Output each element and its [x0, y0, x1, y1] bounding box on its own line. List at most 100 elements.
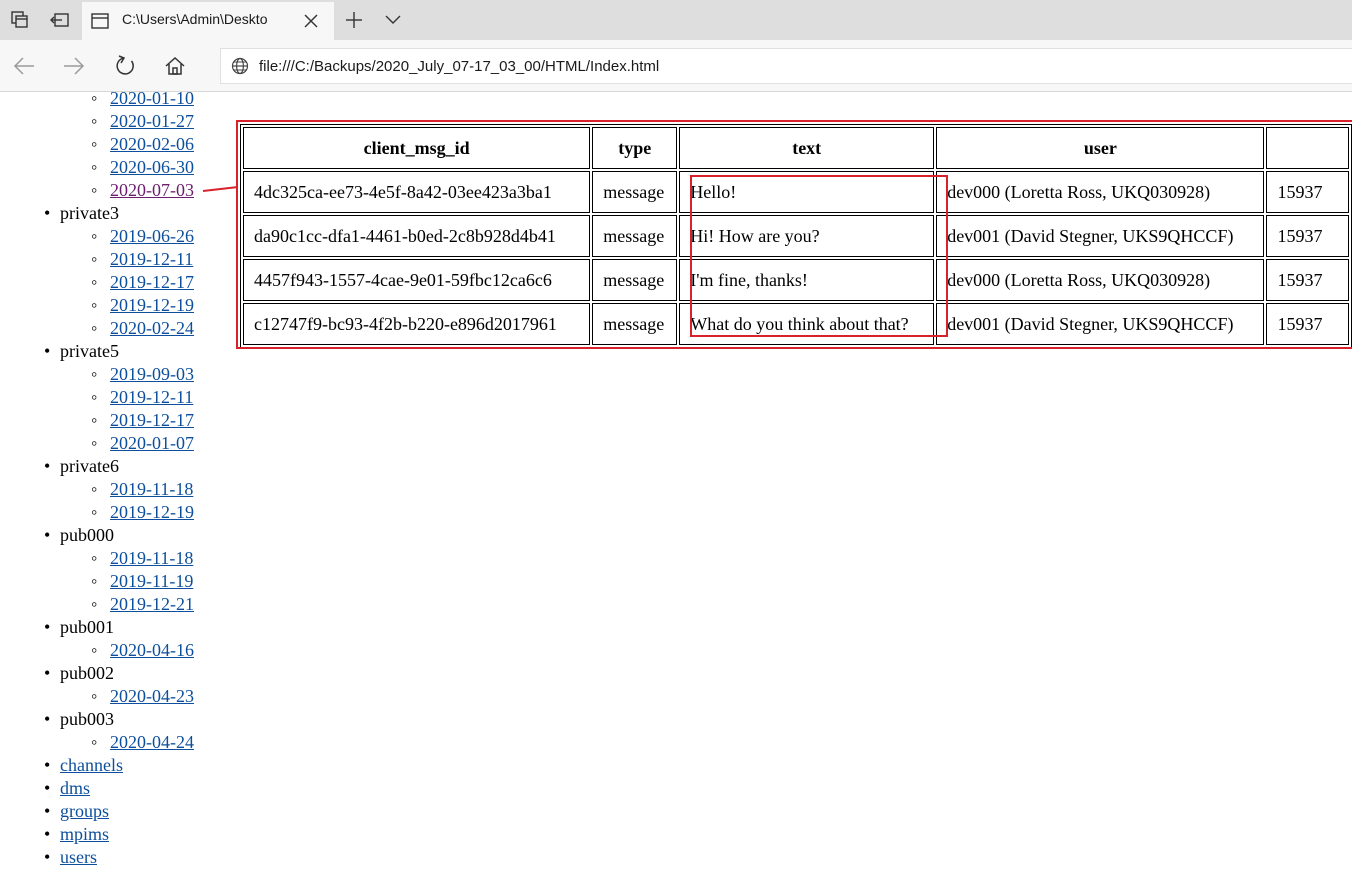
sub-bullet-icon: ◦ [91, 479, 98, 499]
sub-bullet-icon: ◦ [91, 92, 98, 108]
date-link[interactable]: 2019-12-17 [110, 410, 194, 430]
channel-name: pub002 [60, 663, 114, 683]
date-link-row: 2020-01-07 [110, 432, 194, 455]
chevron-down-icon[interactable] [381, 8, 405, 32]
date-link[interactable]: 2020-04-24 [110, 732, 194, 752]
date-link[interactable]: 2020-07-03 [110, 180, 194, 200]
sub-bullet-icon: ◦ [91, 502, 98, 522]
date-link[interactable]: 2019-12-11 [110, 387, 193, 407]
bullet-icon: • [44, 755, 51, 775]
tab-bar: C:\Users\Admin\Deskto [0, 0, 1352, 40]
channel-name-row: private3 [60, 202, 119, 225]
refresh-icon[interactable] [111, 52, 139, 80]
cell-user: dev000 (Loretta Ross, UKQ030928) [936, 259, 1265, 301]
cell-ts: 15937 [1266, 171, 1349, 213]
date-link-row: 2019-11-18 [110, 547, 193, 570]
sub-bullet-icon: ◦ [91, 295, 98, 315]
nav-link-mpims-row: mpims [60, 823, 109, 846]
date-link[interactable]: 2019-12-21 [110, 594, 194, 614]
channel-name: private5 [60, 341, 119, 361]
date-link-row: 2019-12-17 [110, 409, 194, 432]
header-ts [1266, 127, 1349, 169]
channel-name: pub003 [60, 709, 114, 729]
date-link-row: 2020-04-24 [110, 731, 194, 754]
cell-text: I'm fine, thanks! [679, 259, 935, 301]
date-link[interactable]: 2019-09-03 [110, 364, 194, 384]
nav-link-users-row: users [60, 846, 97, 869]
sub-bullet-icon: ◦ [91, 134, 98, 154]
sub-bullet-icon: ◦ [91, 548, 98, 568]
page-content: ◦ 2020-01-10 ◦ 2020-01-27 ◦ 2020-02-06 ◦ 2020-0… [0, 92, 1352, 879]
date-link[interactable]: 2019-11-18 [110, 479, 193, 499]
active-tab[interactable]: C:\Users\Admin\Deskto [82, 2, 334, 40]
date-link[interactable]: 2020-01-10 [110, 92, 194, 108]
bullet-icon: • [44, 203, 51, 223]
cell-client-msg-id: da90c1cc-dfa1-4461-b0ed-2c8b928d4b41 [243, 215, 591, 257]
sub-bullet-icon: ◦ [91, 387, 98, 407]
cell-ts: 15937 [1266, 259, 1349, 301]
date-link[interactable]: 2019-11-18 [110, 548, 193, 568]
date-link[interactable]: 2019-12-19 [110, 502, 194, 522]
bullet-icon: • [44, 709, 51, 729]
date-link-row: 2020-01-10 [110, 92, 194, 110]
new-tab-icon[interactable] [342, 8, 366, 32]
sub-bullet-icon: ◦ [91, 433, 98, 453]
messages-table: client_msg_id type text user 4dc325ca-ee… [240, 124, 1352, 348]
table-row: 4dc325ca-ee73-4e5f-8a42-03ee423a3ba1 mess… [243, 171, 1349, 213]
date-link-row: 2019-11-18 [110, 478, 193, 501]
close-tab-icon[interactable] [300, 10, 322, 32]
address-bar[interactable]: file:///C:/Backups/2020_July_07-17_03_00… [220, 48, 1352, 84]
channel-name-row: pub002 [60, 662, 114, 685]
cell-text: Hi! How are you? [679, 215, 935, 257]
set-aside-tabs-icon[interactable] [48, 8, 72, 32]
date-link[interactable]: 2019-06-26 [110, 226, 194, 246]
date-link[interactable]: 2020-06-30 [110, 157, 194, 177]
cell-type: message [592, 303, 678, 345]
date-link[interactable]: 2019-12-11 [110, 249, 193, 269]
channel-name-row: private6 [60, 455, 119, 478]
date-link-row: 2019-12-19 [110, 294, 194, 317]
bullet-icon: • [44, 617, 51, 637]
cell-user: dev001 (David Stegner, UKS9QHCCF) [936, 303, 1265, 345]
globe-icon [231, 57, 249, 75]
header-text: text [679, 127, 935, 169]
date-link[interactable]: 2020-04-16 [110, 640, 194, 660]
date-link-row: 2019-12-21 [110, 593, 194, 616]
date-link-row: 2020-07-03 [110, 179, 194, 202]
cell-text: What do you think about that? [679, 303, 935, 345]
sub-bullet-icon: ◦ [91, 686, 98, 706]
nav-link-channels[interactable]: channels [60, 755, 123, 775]
channel-name-row: pub003 [60, 708, 114, 731]
home-icon[interactable] [161, 52, 189, 80]
date-link-row: 2019-12-17 [110, 271, 194, 294]
bullet-icon: • [44, 525, 51, 545]
date-link[interactable]: 2020-04-23 [110, 686, 194, 706]
date-link[interactable]: 2020-01-27 [110, 111, 194, 131]
nav-link-groups[interactable]: groups [60, 801, 109, 821]
back-arrow-icon[interactable] [10, 52, 38, 80]
date-link[interactable]: 2020-02-24 [110, 318, 194, 338]
sub-bullet-icon: ◦ [91, 410, 98, 430]
bullet-icon: • [44, 778, 51, 798]
date-link[interactable]: 2019-12-17 [110, 272, 194, 292]
cell-type: message [592, 215, 678, 257]
date-link[interactable]: 2019-12-19 [110, 295, 194, 315]
forward-arrow-icon[interactable] [60, 52, 88, 80]
table-row: da90c1cc-dfa1-4461-b0ed-2c8b928d4b41 mess… [243, 215, 1349, 257]
page-icon [90, 11, 110, 31]
date-link-row: 2019-11-19 [110, 570, 193, 593]
address-text[interactable]: file:///C:/Backups/2020_July_07-17_03_00… [259, 58, 659, 75]
tab-actions-icon[interactable] [8, 8, 32, 32]
sub-bullet-icon: ◦ [91, 249, 98, 269]
cell-client-msg-id: c12747f9-bc93-4f2b-b220-e896d2017961 [243, 303, 591, 345]
sub-bullet-icon: ◦ [91, 364, 98, 384]
date-link[interactable]: 2020-02-06 [110, 134, 194, 154]
date-link-row: 2020-02-24 [110, 317, 194, 340]
date-link[interactable]: 2019-11-19 [110, 571, 193, 591]
nav-link-dms[interactable]: dms [60, 778, 90, 798]
nav-link-mpims[interactable]: mpims [60, 824, 109, 844]
date-link[interactable]: 2020-01-07 [110, 433, 194, 453]
nav-link-users[interactable]: users [60, 847, 97, 867]
date-link-row: 2019-12-11 [110, 386, 193, 409]
table-row: 4457f943-1557-4cae-9e01-59fbc12ca6c6 mess… [243, 259, 1349, 301]
